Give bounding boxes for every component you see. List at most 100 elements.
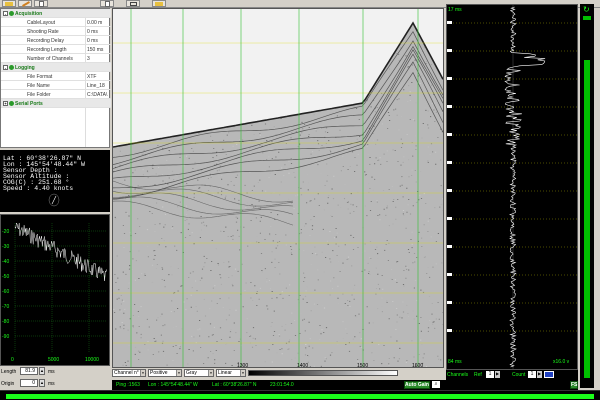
noise-speck bbox=[435, 263, 437, 265]
collapse-icon[interactable]: - bbox=[3, 65, 8, 70]
refresh-icon[interactable] bbox=[544, 371, 554, 378]
scale-select[interactable]: Linear ▼ bbox=[216, 369, 246, 377]
property-row[interactable]: File Folder C:\DATA\ bbox=[1, 90, 111, 99]
count-input[interactable]: 1 bbox=[528, 371, 536, 378]
noise-speck bbox=[223, 262, 225, 263]
property-row[interactable]: Shooting Rate 0 ms bbox=[1, 27, 111, 36]
window-button[interactable] bbox=[126, 0, 140, 7]
gray-palette-bar[interactable] bbox=[248, 370, 398, 376]
noise-speck bbox=[377, 273, 379, 275]
palette-select[interactable]: Gray ▼ bbox=[184, 369, 214, 377]
collapse-icon[interactable]: - bbox=[3, 11, 8, 16]
property-value[interactable]: C:\DATA\ bbox=[87, 92, 107, 98]
noise-speck bbox=[245, 282, 247, 284]
property-row[interactable]: File Name Line_18 bbox=[1, 81, 111, 90]
property-category[interactable]: - Acquisition bbox=[1, 9, 111, 18]
noise-speck bbox=[435, 210, 437, 212]
property-row[interactable]: CableLayout 0.00 m bbox=[1, 18, 111, 27]
noise-speck bbox=[300, 232, 302, 234]
noise-speck bbox=[369, 210, 372, 211]
gain-scrollbar[interactable]: ↻ bbox=[580, 4, 594, 388]
auto-gain-button[interactable]: Auto Gain bbox=[404, 381, 430, 389]
noise-speck bbox=[280, 181, 282, 183]
noise-speck bbox=[219, 327, 222, 329]
noise-speck bbox=[393, 357, 395, 359]
scroll-thumb[interactable] bbox=[584, 60, 590, 378]
noise-speck bbox=[319, 325, 321, 326]
noise-speck bbox=[431, 313, 433, 315]
noise-speck bbox=[193, 336, 195, 338]
polarity-select[interactable]: Positive ▼ bbox=[148, 369, 182, 377]
noise-speck bbox=[275, 234, 277, 235]
noise-speck bbox=[400, 147, 403, 148]
open-folder-button[interactable] bbox=[2, 0, 16, 7]
noise-speck bbox=[422, 123, 424, 124]
tick-marker bbox=[447, 273, 452, 276]
property-row[interactable]: Recording Length 150 ms bbox=[1, 45, 111, 54]
noise-speck bbox=[435, 163, 437, 165]
noise-speck bbox=[336, 341, 338, 343]
property-value[interactable]: 150 ms bbox=[87, 47, 103, 53]
property-value[interactable]: 0 ms bbox=[87, 38, 98, 44]
noise-speck bbox=[264, 361, 266, 363]
noise-speck bbox=[242, 210, 244, 211]
noise-speck bbox=[414, 261, 416, 263]
channel-select[interactable]: Channel n° 01 ▼ bbox=[112, 369, 146, 377]
noise-speck bbox=[353, 288, 355, 290]
origin-label: Origin bbox=[1, 381, 15, 387]
noise-speck bbox=[351, 294, 353, 296]
property-value[interactable]: XTF bbox=[87, 74, 96, 80]
refresh-icon[interactable]: ↻ bbox=[583, 6, 591, 14]
property-category[interactable]: + Serial Ports bbox=[1, 99, 111, 108]
scroll-up-button[interactable] bbox=[583, 16, 591, 20]
noise-speck bbox=[275, 134, 277, 135]
property-value[interactable]: 0.00 m bbox=[87, 20, 102, 26]
noise-speck bbox=[210, 135, 212, 137]
noise-speck bbox=[271, 297, 273, 299]
property-category[interactable]: - Logging bbox=[1, 63, 111, 72]
property-value[interactable]: Line_18 bbox=[87, 83, 105, 89]
noise-speck bbox=[246, 318, 248, 320]
noise-speck bbox=[179, 346, 181, 348]
noise-speck bbox=[235, 182, 237, 183]
length-spinner[interactable]: ▲ bbox=[39, 367, 45, 375]
noise-speck bbox=[315, 129, 317, 130]
pencil-icon bbox=[22, 1, 30, 7]
fs-button[interactable]: FS bbox=[570, 381, 578, 389]
noise-speck bbox=[231, 283, 233, 285]
noise-speck bbox=[138, 359, 140, 360]
noise-speck bbox=[129, 318, 131, 320]
noise-speck bbox=[268, 166, 270, 168]
count-arrow-button[interactable]: ▶ bbox=[537, 371, 542, 378]
origin-spinner[interactable]: ▲ bbox=[39, 379, 45, 387]
search-icon[interactable]: ⌕ bbox=[432, 381, 440, 388]
noise-speck bbox=[388, 115, 390, 116]
document-button[interactable] bbox=[100, 0, 114, 7]
ref-arrow-button[interactable]: ▶ bbox=[495, 371, 500, 378]
deep-reflector bbox=[113, 180, 294, 203]
seismic-profile-view[interactable]: 1300 1400 1500 1600 bbox=[112, 8, 444, 368]
property-value[interactable]: 3 bbox=[87, 56, 90, 62]
noise-speck bbox=[421, 344, 423, 346]
noise-speck bbox=[415, 181, 417, 183]
noise-speck bbox=[440, 299, 442, 300]
noise-speck bbox=[269, 173, 271, 174]
property-row[interactable]: Number of Channels 3 bbox=[1, 54, 111, 63]
length-input[interactable]: 81.9 bbox=[20, 367, 38, 375]
noise-speck bbox=[284, 329, 286, 331]
ref-input[interactable]: 1 bbox=[486, 371, 494, 378]
noise-speck bbox=[235, 177, 237, 178]
property-value[interactable]: 0 ms bbox=[87, 29, 98, 35]
noise-speck bbox=[435, 318, 437, 320]
origin-input[interactable]: 0 bbox=[20, 379, 38, 387]
edit-button[interactable] bbox=[18, 0, 32, 7]
property-row[interactable]: Recording Delay 0 ms bbox=[1, 36, 111, 45]
new-document-button[interactable] bbox=[34, 0, 48, 7]
noise-speck bbox=[347, 256, 350, 258]
document-icon bbox=[39, 1, 44, 7]
expand-icon[interactable]: + bbox=[3, 101, 8, 106]
open-button[interactable] bbox=[152, 0, 166, 7]
noise-speck bbox=[412, 205, 414, 207]
noise-speck bbox=[188, 223, 190, 225]
property-row[interactable]: File Format XTF bbox=[1, 72, 111, 81]
